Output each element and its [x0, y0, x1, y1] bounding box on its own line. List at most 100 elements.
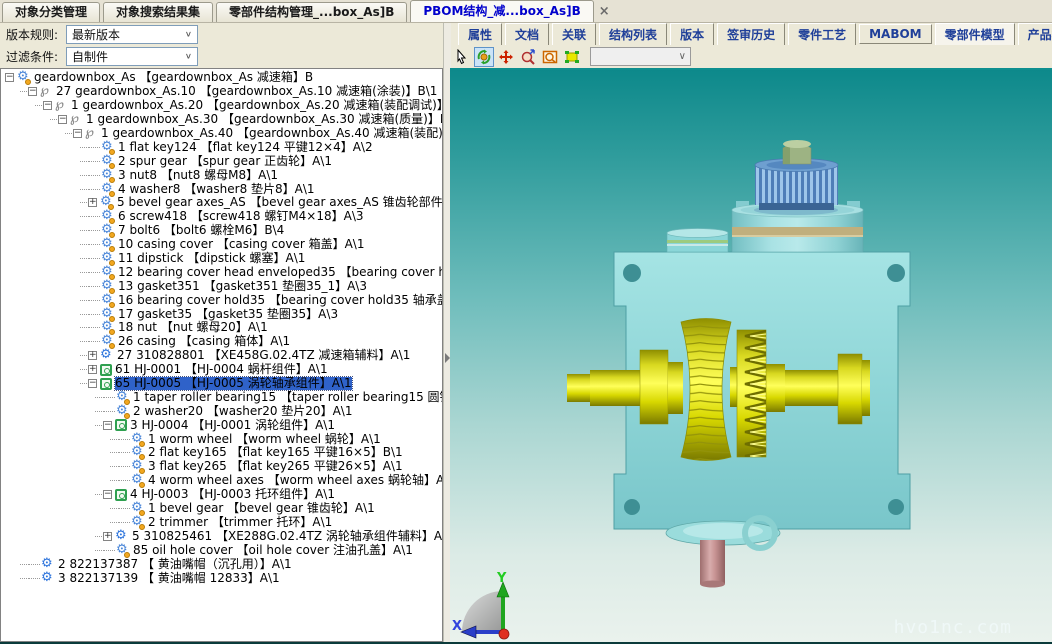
tree-node[interactable]: 4 worm wheel axes 【worm wheel axes 蜗轮轴】A…: [1, 474, 442, 488]
tree-node-label[interactable]: 1 geardownbox_As.40 【geardownbox_As.40 减…: [101, 127, 443, 140]
tree-node-label[interactable]: 13 gasket351 【gasket351 垫圈35_1】A\3: [118, 280, 367, 293]
collapse-toggle-icon[interactable]: −: [103, 421, 112, 430]
tree-node[interactable]: 11 dipstick 【dipstick 螺塞】A\1: [1, 252, 442, 266]
tree-node-label[interactable]: 2 trimmer 【trimmer 托环】A\1: [148, 516, 332, 529]
tree-node[interactable]: 3 nut8 【nut8 螺母M8】A\1: [1, 168, 442, 182]
tree-node-label[interactable]: geardownbox_As 【geardownbox_As 减速箱】B: [34, 71, 313, 84]
tree-node[interactable]: 1 taper roller bearing15 【taper roller b…: [1, 390, 442, 404]
tree-node[interactable]: +27 310828801 【XE458G.02.4TZ 减速箱辅料】A\1: [1, 349, 442, 363]
bevel-gear[interactable]: [737, 330, 766, 457]
collapse-toggle-icon[interactable]: −: [43, 101, 52, 110]
tree-node[interactable]: − 1 geardownbox_As.20 【geardownbox_As.20 …: [1, 99, 442, 113]
pan-view-icon[interactable]: [496, 47, 516, 67]
tree-node-label[interactable]: 65 HJ-0005 【HJ-0005 涡轮轴承组件】A\1: [115, 377, 352, 390]
collapse-toggle-icon[interactable]: −: [73, 129, 82, 138]
tree-node-label[interactable]: 1 worm wheel 【worm wheel 蜗轮】A\1: [148, 433, 381, 446]
tree-node[interactable]: − 65 HJ-0005 【HJ-0005 涡轮轴承组件】A\1: [1, 377, 442, 391]
tree-node[interactable]: 3 822137139 【 黄油嘴帽 12833】A\1: [1, 571, 442, 585]
tree-node[interactable]: +61 HJ-0001 【HJ-0004 蜗杆组件】A\1: [1, 363, 442, 377]
tree-node[interactable]: −geardownbox_As 【geardownbox_As 减速箱】B: [1, 71, 442, 85]
tree-node-label[interactable]: 16 bearing cover hold35 【bearing cover h…: [118, 294, 443, 307]
tree-node-label[interactable]: 12 bearing cover head enveloped35 【beari…: [118, 266, 443, 279]
fit-view-icon[interactable]: [562, 47, 582, 67]
tree-node[interactable]: 12 bearing cover head enveloped35 【beari…: [1, 265, 442, 279]
tree-node[interactable]: 10 casing cover 【casing cover 箱盖】A\1: [1, 238, 442, 252]
collapse-toggle-icon[interactable]: −: [58, 115, 67, 124]
bearing-cover-small[interactable]: [667, 229, 728, 253]
detail-tab[interactable]: 属性: [458, 23, 502, 45]
tree-node-label[interactable]: 5 310825461 【XE288G.02.4TZ 涡轮轴承组件辅料】A\1: [132, 530, 443, 543]
tree-node[interactable]: 1 flat key124 【flat key124 平键12×4】A\2: [1, 140, 442, 154]
expand-toggle-icon[interactable]: +: [103, 532, 112, 541]
model-viewport[interactable]: Y X hvo1nc.com: [450, 70, 1052, 642]
detail-tab[interactable]: 零部件模型: [935, 23, 1015, 45]
zoom-window-icon[interactable]: [540, 47, 560, 67]
tree-node-label[interactable]: 4 worm wheel axes 【worm wheel axes 蜗轮轴】A…: [148, 474, 443, 487]
input-pinion-gear[interactable]: [755, 159, 838, 211]
bom-tree[interactable]: −geardownbox_As 【geardownbox_As 减速箱】B−27…: [0, 68, 443, 642]
tree-node-label[interactable]: 3 flat key265 【flat key265 平键26×5】A\1: [148, 460, 403, 473]
detail-tab[interactable]: 零件工艺: [788, 23, 856, 45]
tree-node[interactable]: 3 flat key265 【flat key265 平键26×5】A\1: [1, 460, 442, 474]
expand-toggle-icon[interactable]: +: [88, 365, 97, 374]
tree-node[interactable]: 1 worm wheel 【worm wheel 蜗轮】A\1: [1, 432, 442, 446]
lower-shaft[interactable]: [700, 540, 725, 588]
tree-node[interactable]: 6 screw418 【screw418 螺钉M4×18】A\3: [1, 210, 442, 224]
tree-node-label[interactable]: 1 geardownbox_As.20 【geardownbox_As.20 减…: [71, 99, 443, 112]
tree-node-label[interactable]: 27 geardownbox_As.10 【geardownbox_As.10 …: [56, 85, 437, 98]
detail-tab[interactable]: 关联: [552, 23, 596, 45]
tree-node-label[interactable]: 26 casing 【casing 箱体】A\1: [118, 335, 290, 348]
tree-node-label[interactable]: 4 HJ-0003 【HJ-0003 托环组件】A\1: [130, 488, 335, 501]
detail-tab[interactable]: MABOM: [859, 24, 932, 44]
tree-node-label[interactable]: 3 822137139 【 黄油嘴帽 12833】A\1: [58, 572, 280, 585]
view-preset-dropdown[interactable]: ∨: [590, 47, 691, 66]
detail-tab[interactable]: 文档: [505, 23, 549, 45]
tree-node[interactable]: 4 washer8 【washer8 垫片8】A\1: [1, 182, 442, 196]
tree-node-label[interactable]: 2 spur gear 【spur gear 正齿轮】A\1: [118, 155, 332, 168]
tree-node[interactable]: +5 310825461 【XE288G.02.4TZ 涡轮轴承组件辅料】A\1: [1, 529, 442, 543]
filter-condition-dropdown[interactable]: 自制件 ∨: [66, 47, 198, 66]
main-tab[interactable]: PBOM结构_减...box_As]B: [410, 0, 593, 22]
tree-node[interactable]: 2 washer20 【washer20 垫片20】A\1: [1, 404, 442, 418]
tree-node[interactable]: − 4 HJ-0003 【HJ-0003 托环组件】A\1: [1, 488, 442, 502]
tree-node[interactable]: 85 oil hole cover 【oil hole cover 注油孔盖】A…: [1, 543, 442, 557]
tree-node-label[interactable]: 3 HJ-0004 【HJ-0001 涡轮组件】A\1: [130, 419, 335, 432]
tree-node[interactable]: 2 flat key165 【flat key165 平键16×5】B\1: [1, 446, 442, 460]
tree-node-label[interactable]: 1 taper roller bearing15 【taper roller b…: [133, 391, 443, 404]
tree-node[interactable]: 2 trimmer 【trimmer 托环】A\1: [1, 516, 442, 530]
select-cursor-icon[interactable]: [452, 47, 472, 67]
tab-close-icon[interactable]: ×: [599, 4, 610, 19]
tree-node-label[interactable]: 11 dipstick 【dipstick 螺塞】A\1: [118, 252, 305, 265]
collapse-toggle-icon[interactable]: −: [88, 379, 97, 388]
main-tab[interactable]: 零部件结构管理_...box_As]B: [216, 2, 407, 22]
tree-node-label[interactable]: 4 washer8 【washer8 垫片8】A\1: [118, 183, 315, 196]
tree-node-label[interactable]: 2 flat key165 【flat key165 平键16×5】B\1: [148, 446, 403, 459]
main-tab[interactable]: 对象分类管理: [2, 2, 100, 22]
tree-node[interactable]: −1 geardownbox_As.30 【geardownbox_As.30 …: [1, 113, 442, 127]
tree-node[interactable]: 7 bolt6 【bolt6 螺栓M6】B\4: [1, 224, 442, 238]
tree-node[interactable]: 2 822137387 【 黄油嘴帽（沉孔用）】A\1: [1, 557, 442, 571]
expand-toggle-icon[interactable]: +: [88, 198, 97, 207]
tree-node-label[interactable]: 85 oil hole cover 【oil hole cover 注油孔盖】A…: [133, 544, 413, 557]
detail-tab[interactable]: 版本: [670, 23, 714, 45]
tree-node[interactable]: − 1 geardownbox_As.40 【geardownbox_As.40 …: [1, 127, 442, 141]
hex-nub[interactable]: [783, 140, 811, 164]
tree-node-label[interactable]: 27 310828801 【XE458G.02.4TZ 减速箱辅料】A\1: [117, 349, 410, 362]
tree-node-label[interactable]: 7 bolt6 【bolt6 螺栓M6】B\4: [118, 224, 284, 237]
tree-node-label[interactable]: 1 flat key124 【flat key124 平键12×4】A\2: [118, 141, 373, 154]
tree-node-label[interactable]: 17 gasket35 【gasket35 垫圈35】A\3: [118, 308, 338, 321]
tree-node[interactable]: 26 casing 【casing 箱体】A\1: [1, 335, 442, 349]
tree-node[interactable]: −27 geardownbox_As.10 【geardownbox_As.10…: [1, 85, 442, 99]
tree-node-label[interactable]: 3 nut8 【nut8 螺母M8】A\1: [118, 169, 278, 182]
tree-node[interactable]: 17 gasket35 【gasket35 垫圈35】A\3: [1, 307, 442, 321]
tree-node-label[interactable]: 61 HJ-0001 【HJ-0004 蜗杆组件】A\1: [115, 363, 328, 376]
version-rule-dropdown[interactable]: 最新版本 ∨: [66, 25, 198, 44]
tree-node[interactable]: 13 gasket351 【gasket351 垫圈35_1】A\3: [1, 279, 442, 293]
detail-tab[interactable]: 产品模型: [1018, 23, 1052, 45]
main-tab[interactable]: 对象搜索结果集: [103, 2, 213, 22]
tree-node[interactable]: 2 spur gear 【spur gear 正齿轮】A\1: [1, 154, 442, 168]
collapse-toggle-icon[interactable]: −: [103, 490, 112, 499]
tree-node-label[interactable]: 1 bevel gear 【bevel gear 锥齿轮】A\1: [148, 502, 375, 515]
zoom-view-icon[interactable]: [518, 47, 538, 67]
rotate-view-icon[interactable]: [474, 47, 494, 67]
